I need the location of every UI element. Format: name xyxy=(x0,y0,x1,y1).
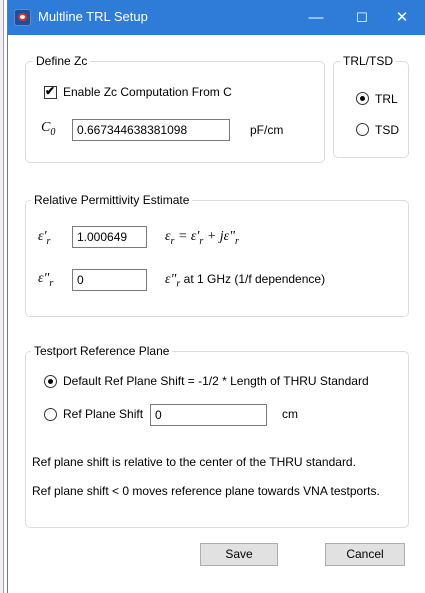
tsd-radio[interactable] xyxy=(356,123,369,136)
eps-real-symbol: ε'r xyxy=(38,229,51,247)
save-button[interactable]: Save xyxy=(200,543,278,566)
define-zc-legend: Define Zc xyxy=(33,54,91,68)
default-shift-label[interactable]: Default Ref Plane Shift = -1/2 * Length … xyxy=(63,374,369,388)
trl-tsd-group: TRL/TSD TRL TSD xyxy=(333,54,409,158)
eps-imag-note: ε"r at 1 GHz (1/f dependence) xyxy=(165,272,326,290)
testport-legend: Testport Reference Plane xyxy=(31,344,173,358)
title-bar[interactable]: Multline TRL Setup — ☐ ✕ xyxy=(8,0,425,35)
eps-formula: εr = ε'r + jε"r xyxy=(165,229,239,247)
trl-radio[interactable] xyxy=(356,92,369,105)
testport-group: Testport Reference Plane Default Ref Pla… xyxy=(25,344,409,528)
eps-imag-symbol: ε"r xyxy=(38,271,54,289)
ref-note-direction: Ref plane shift < 0 moves reference plan… xyxy=(32,484,380,498)
app-icon xyxy=(14,9,31,26)
cancel-button[interactable]: Cancel xyxy=(325,543,405,566)
close-button[interactable]: ✕ xyxy=(379,0,425,35)
dialog-window: Multline TRL Setup — ☐ ✕ Define Zc Enabl… xyxy=(7,0,425,593)
c0-symbol: C0 xyxy=(41,120,56,138)
ref-shift-label[interactable]: Ref Plane Shift xyxy=(63,407,143,421)
tsd-label[interactable]: TSD xyxy=(375,123,399,137)
define-zc-group: Define Zc Enable Zc Computation From C C… xyxy=(25,54,325,163)
enable-zc-label[interactable]: Enable Zc Computation From C xyxy=(63,85,232,99)
window-title: Multline TRL Setup xyxy=(38,9,148,24)
c0-unit: pF/cm xyxy=(250,123,284,137)
trl-label[interactable]: TRL xyxy=(375,92,398,106)
ref-shift-input[interactable]: 0 xyxy=(150,404,267,426)
permittivity-group: Relative Permittivity Estimate ε'r 1.000… xyxy=(25,193,409,317)
c0-input[interactable]: 0.667344638381098 xyxy=(72,119,230,141)
minimize-button[interactable]: — xyxy=(293,0,339,35)
trl-tsd-legend: TRL/TSD xyxy=(340,54,397,68)
ref-shift-unit: cm xyxy=(282,407,298,421)
background-window-edge xyxy=(0,0,4,593)
default-shift-radio[interactable] xyxy=(44,375,57,388)
enable-zc-checkbox[interactable] xyxy=(44,84,57,99)
permittivity-legend: Relative Permittivity Estimate xyxy=(31,193,193,207)
ref-shift-radio[interactable] xyxy=(44,408,57,421)
eps-real-input[interactable]: 1.000649 xyxy=(72,226,147,248)
eps-imag-input[interactable]: 0 xyxy=(72,269,147,291)
ref-note-center: Ref plane shift is relative to the cente… xyxy=(32,455,356,469)
